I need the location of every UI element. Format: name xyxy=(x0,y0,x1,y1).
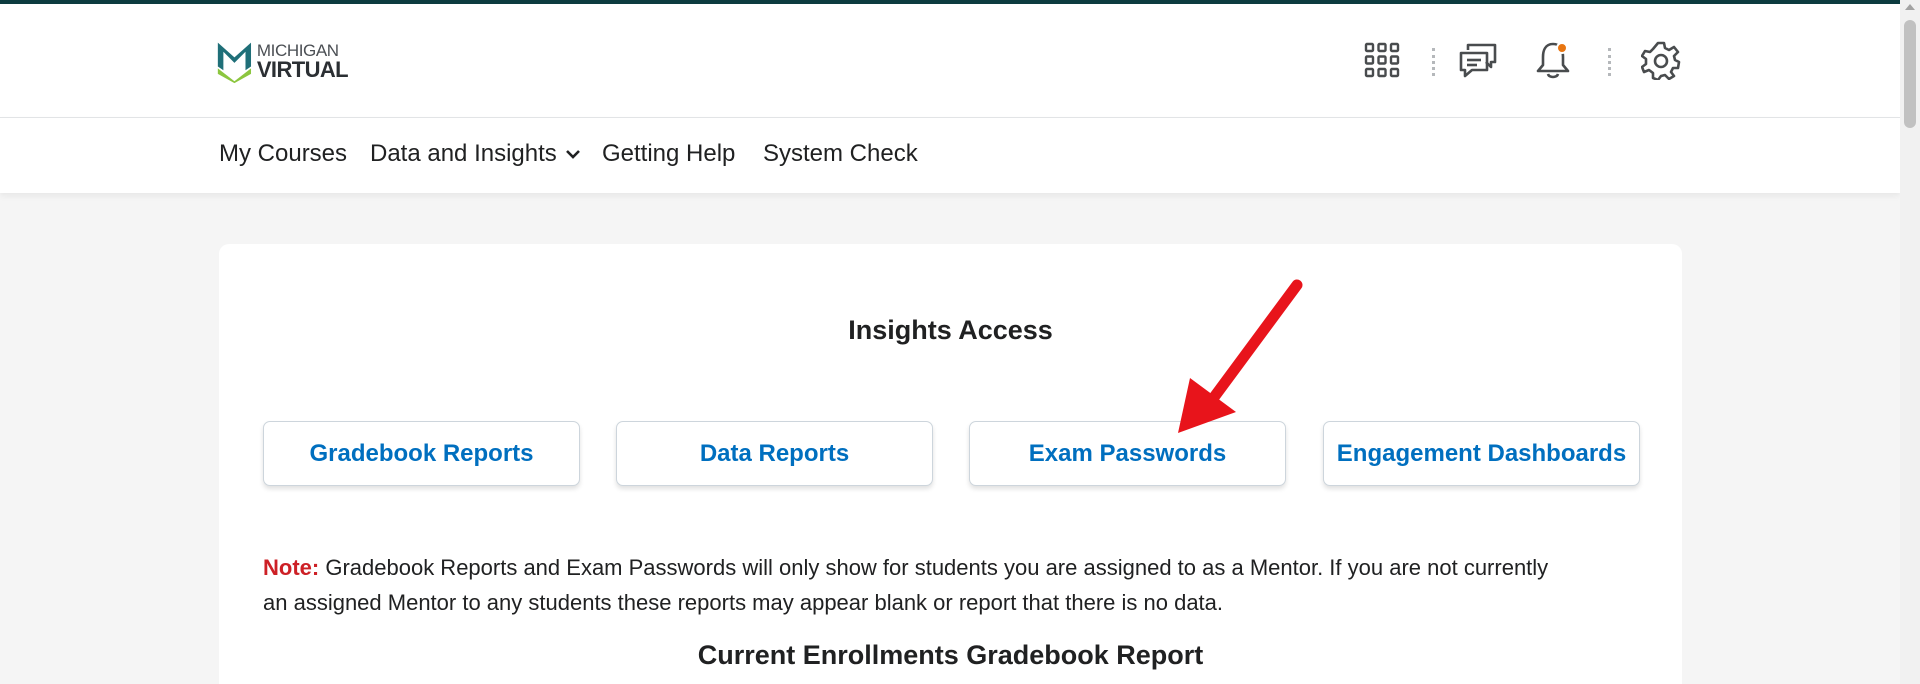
chat-icon[interactable] xyxy=(1455,37,1501,83)
header-divider xyxy=(1432,48,1435,76)
scroll-up-arrow-icon[interactable] xyxy=(1905,4,1915,10)
nav-system-check[interactable]: System Check xyxy=(763,140,918,168)
waffle-grid-icon[interactable] xyxy=(1359,37,1405,83)
scroll-thumb[interactable] xyxy=(1904,20,1916,128)
nav-label: Data and Insights xyxy=(370,140,557,167)
nav-getting-help[interactable]: Getting Help xyxy=(602,140,735,168)
gear-icon[interactable] xyxy=(1638,37,1684,83)
gradebook-reports-button[interactable]: Gradebook Reports xyxy=(263,421,580,486)
page-title: Insights Access xyxy=(848,315,1053,345)
chevron-down-icon xyxy=(565,150,580,159)
data-reports-button[interactable]: Data Reports xyxy=(616,421,933,486)
engagement-dashboards-button[interactable]: Engagement Dashboards xyxy=(1323,421,1640,486)
insights-access-card: Insights Access Gradebook Reports Data R… xyxy=(219,244,1682,684)
header-divider xyxy=(1608,48,1611,76)
note-label: Note: xyxy=(263,555,320,580)
nav-label: Getting Help xyxy=(602,140,736,167)
nav-data-and-insights[interactable]: Data and Insights xyxy=(370,140,581,168)
bell-icon[interactable] xyxy=(1530,37,1576,83)
michigan-virtual-logo[interactable]: MICHIGAN VIRTUAL xyxy=(216,34,349,88)
mentor-note: Note: Gradebook Reports and Exam Passwor… xyxy=(263,550,1563,620)
logo-mark-icon xyxy=(217,42,252,84)
nav-label: My Courses xyxy=(219,140,348,167)
nav-my-courses[interactable]: My Courses xyxy=(219,140,347,168)
red-annotation-arrow-icon xyxy=(1178,279,1303,433)
logo-line-2: VIRTUAL xyxy=(256,56,349,82)
note-text: Gradebook Reports and Exam Passwords wil… xyxy=(263,555,1549,615)
page-scrollbar[interactable] xyxy=(1900,0,1920,684)
section-heading: Current Enrollments Gradebook Report xyxy=(697,640,1204,670)
logo-line-1: MICHIGAN xyxy=(256,40,339,60)
site-header: MICHIGAN VIRTUAL xyxy=(0,4,1900,118)
main-nav: My Courses Data and Insights Getting Hel… xyxy=(0,118,1900,193)
nav-label: System Check xyxy=(763,140,918,167)
notification-dot xyxy=(1556,42,1568,54)
